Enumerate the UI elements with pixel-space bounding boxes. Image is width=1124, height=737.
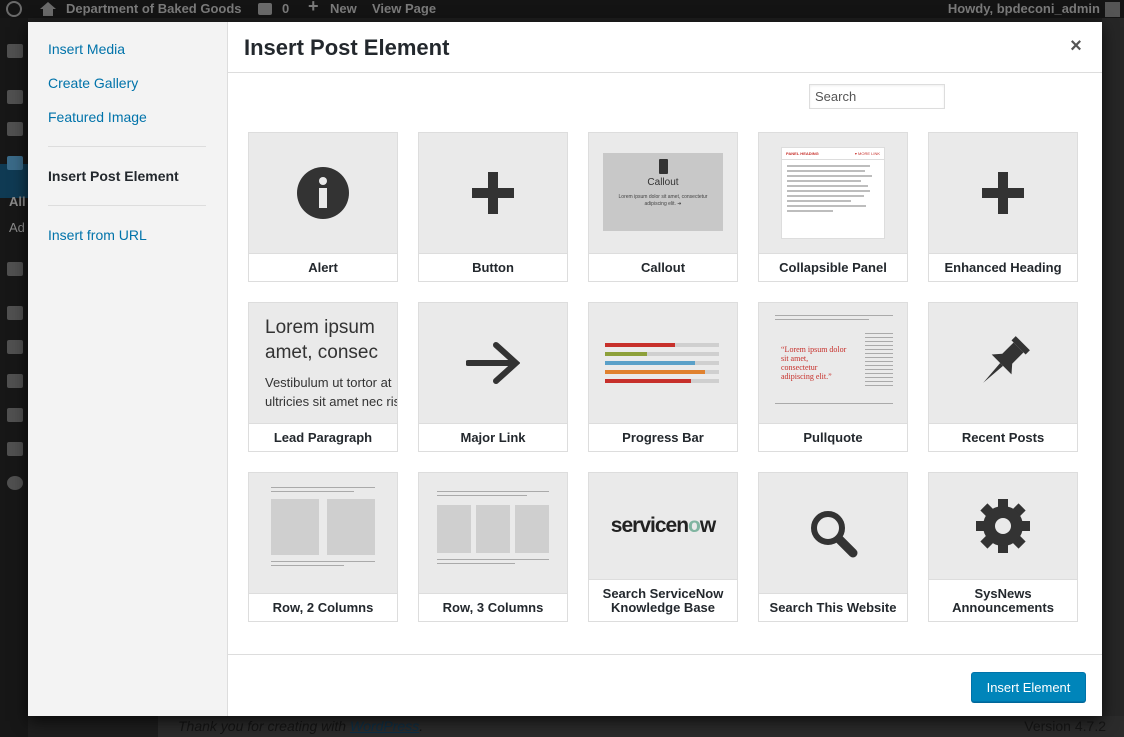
admin-footer: Thank you for creating with WordPress. V… (158, 716, 1124, 737)
tile-label: Lead Paragraph (249, 423, 397, 451)
plus-icon (982, 172, 1024, 214)
page-background-edge (1102, 18, 1124, 716)
panel-preview: PANEL HEADING ▾ MORE LINK (781, 147, 885, 239)
plugins-icon[interactable] (7, 340, 23, 354)
account-link[interactable]: Howdy, bpdeconi_admin (948, 1, 1100, 17)
element-tile-alert[interactable]: Alert (248, 132, 398, 282)
tile-label: Button (419, 253, 567, 281)
collapse-menu-icon[interactable] (7, 476, 23, 490)
footer-version: Version 4.7.2 (1024, 718, 1106, 734)
element-tile-sysnews[interactable]: SysNews Announcements (928, 472, 1078, 622)
element-tile-row-2-columns[interactable]: Row, 2 Columns (248, 472, 398, 622)
home-icon (40, 2, 56, 16)
element-tile-search-servicenow[interactable]: servicenow Search ServiceNow Knowledge Ba… (588, 472, 738, 622)
tile-label: Callout (589, 253, 737, 281)
element-tile-pullquote[interactable]: “Lorem ipsum dolor sit amet, consectetur… (758, 302, 908, 452)
element-tile-search-website[interactable]: Search This Website (758, 472, 908, 622)
sidebar-add-new[interactable]: Ad (9, 220, 25, 235)
view-page-link[interactable]: View Page (372, 1, 436, 17)
admin-sidebar: All Ad (0, 18, 28, 737)
tile-label: SysNews Announcements (929, 579, 1077, 621)
media-icon[interactable] (7, 122, 23, 136)
pullquote-preview: “Lorem ipsum dolor sit amet, consectetur… (759, 303, 907, 423)
appearance-icon[interactable] (7, 306, 23, 320)
modal-toolbar: Insert Element (228, 654, 1102, 716)
gear-icon (976, 499, 1030, 553)
site-name-link[interactable]: Department of Baked Goods (66, 1, 242, 17)
menu-item-insert-from-url[interactable]: Insert from URL (48, 227, 147, 243)
element-tile-enhanced-heading[interactable]: Enhanced Heading (928, 132, 1078, 282)
pages-icon[interactable] (7, 156, 23, 170)
lead-preview: Lorem ipsum amet, consec Vestibulum ut t… (249, 303, 397, 423)
admin-bar: Department of Baked Goods 0 + New View P… (0, 0, 1124, 18)
modal-title: Insert Post Element (244, 35, 450, 60)
modal-header: Insert Post Element (228, 22, 1102, 73)
callout-preview: Callout Lorem ipsum dolor sit amet, cons… (603, 153, 723, 231)
menu-item-insert-media[interactable]: Insert Media (48, 41, 125, 57)
element-tile-major-link[interactable]: Major Link (418, 302, 568, 452)
wordpress-link[interactable]: WordPress (350, 718, 419, 734)
media-modal: Insert Media Create Gallery Featured Ima… (28, 22, 1102, 716)
pin-icon[interactable] (7, 90, 23, 104)
pushpin-icon (983, 336, 1030, 383)
plus-icon[interactable]: + (308, 0, 319, 15)
element-tile-collapsible-panel[interactable]: PANEL HEADING ▾ MORE LINK Collapsible Pa… (758, 132, 908, 282)
search-input[interactable] (809, 84, 945, 109)
footer-credit: Thank you for creating with WordPress. (178, 718, 424, 734)
element-tile-button[interactable]: Button (418, 132, 568, 282)
comment-icon[interactable] (258, 3, 272, 15)
tile-label: Search This Website (759, 593, 907, 621)
element-tile-recent-posts[interactable]: Recent Posts (928, 302, 1078, 452)
magnifier-icon (811, 511, 858, 558)
tile-label: Recent Posts (929, 423, 1077, 451)
element-tile-row-3-columns[interactable]: Row, 3 Columns (418, 472, 568, 622)
tile-label: Row, 3 Columns (419, 593, 567, 621)
tile-label: Enhanced Heading (929, 253, 1077, 281)
wordpress-logo-icon[interactable] (6, 1, 22, 17)
plus-icon (472, 172, 514, 214)
menu-item-featured-image[interactable]: Featured Image (48, 109, 147, 125)
tile-label: Alert (249, 253, 397, 281)
new-content-link[interactable]: New (330, 1, 357, 17)
sidebar-all-pages[interactable]: All (9, 194, 26, 209)
tile-label: Major Link (419, 423, 567, 451)
insert-element-button[interactable]: Insert Element (971, 672, 1086, 702)
progress-preview (605, 343, 719, 383)
servicenow-logo: servicenow (610, 514, 716, 537)
menu-item-insert-post-element[interactable]: Insert Post Element (48, 168, 179, 184)
tile-thumbnail (249, 133, 397, 253)
tile-label: Row, 2 Columns (249, 593, 397, 621)
media-menu: Insert Media Create Gallery Featured Ima… (28, 22, 228, 716)
arrow-right-icon (466, 342, 520, 384)
tile-label: Progress Bar (589, 423, 737, 451)
tile-label: Search ServiceNow Knowledge Base (589, 579, 737, 621)
menu-item-create-gallery[interactable]: Create Gallery (48, 75, 138, 91)
menu-separator (48, 146, 206, 147)
two-column-preview (249, 473, 397, 593)
element-tile-lead-paragraph[interactable]: Lorem ipsum amet, consec Vestibulum ut t… (248, 302, 398, 452)
tile-label: Pullquote (759, 423, 907, 451)
phone-icon (658, 159, 668, 174)
info-circle-icon (297, 167, 349, 219)
avatar[interactable] (1105, 2, 1120, 17)
dashboard-icon[interactable] (7, 44, 23, 58)
element-tile-callout[interactable]: Callout Lorem ipsum dolor sit amet, cons… (588, 132, 738, 282)
menu-separator (48, 205, 206, 206)
tile-label: Collapsible Panel (759, 253, 907, 281)
tools-icon[interactable] (7, 408, 23, 422)
close-icon[interactable]: × (1064, 34, 1088, 58)
element-tile-progress-bar[interactable]: Progress Bar (588, 302, 738, 452)
comments-count[interactable]: 0 (282, 1, 289, 17)
settings-icon[interactable] (7, 442, 23, 456)
three-column-preview (419, 473, 567, 593)
users-icon[interactable] (7, 374, 23, 388)
comments-icon[interactable] (7, 262, 23, 276)
